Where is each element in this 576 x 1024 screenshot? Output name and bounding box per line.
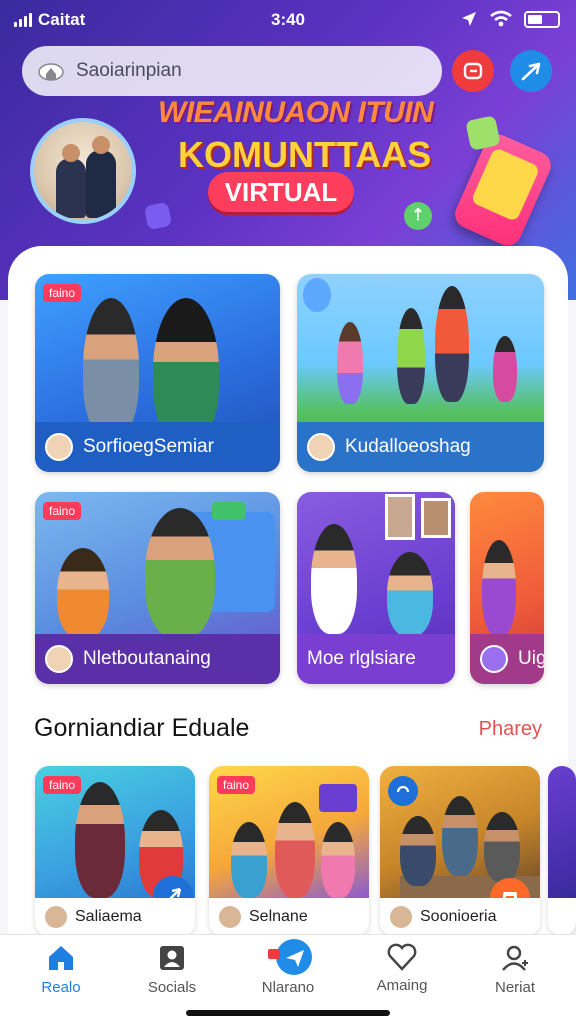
app-screen: Caitat 3:40 Saoiarinpian WIEAINUAON ITUI… — [0, 0, 576, 1024]
card-tag: faino — [217, 776, 256, 794]
tab-label: Neriat — [494, 979, 535, 996]
section-title: Gorniandiar Eduale — [34, 714, 250, 742]
bookmark-fab[interactable] — [388, 776, 418, 806]
event-card[interactable]: Soonioeria — [380, 766, 540, 936]
tab-home[interactable]: Realo — [11, 943, 111, 1003]
tab-profile[interactable]: Neriat — [465, 943, 565, 1003]
banner-title: WIEAINUAON ITUIN — [158, 96, 434, 129]
send-icon — [286, 950, 304, 967]
card-label: Selnane — [249, 908, 308, 925]
battery-icon — [524, 10, 560, 28]
home-indicator[interactable] — [186, 1010, 390, 1016]
card-footer: Selnane — [209, 898, 369, 936]
card-tag: faino — [43, 284, 82, 302]
heart-icon — [387, 943, 417, 971]
tab-label: Socials — [147, 979, 197, 996]
avatar — [45, 906, 67, 928]
search-bar[interactable]: Saoiarinpian — [22, 46, 442, 96]
status-icons — [460, 10, 560, 28]
card-footer: Kudalloeoshag — [297, 422, 544, 472]
send-tab-icon-wrap — [268, 939, 312, 975]
card-label: Moe rlglsiare — [307, 648, 416, 669]
card-footer: Saliaema — [35, 898, 195, 936]
tab-messages[interactable]: Nlarano — [238, 939, 338, 1003]
featured-card[interactable]: faino SorfioeɡSemiar — [35, 274, 280, 472]
wifi-icon — [490, 10, 512, 27]
location-icon — [462, 12, 476, 26]
event-card[interactable]: faino Selnane — [209, 766, 369, 936]
card-label: Soonioeria — [420, 908, 497, 925]
card-label: SorfioeɡSemiar — [83, 436, 214, 457]
card-label: Nletboutanaing — [83, 648, 211, 669]
tab-label: Nlarano — [261, 979, 315, 996]
avatar — [390, 906, 412, 928]
avatar — [480, 645, 508, 673]
chat-bubble-icon: ⇡ — [404, 202, 432, 230]
card-footer: Nletboutanaing — [35, 634, 280, 684]
card-label: Kudalloeoshag — [345, 436, 471, 457]
featured-card[interactable]: Moe rlglsiare — [297, 492, 455, 684]
tab-label: Amaing — [376, 977, 428, 994]
card-image — [548, 766, 576, 898]
card-footer: Soonioeria — [380, 898, 540, 936]
banner-heading: KOMUNTTAAS — [178, 134, 432, 175]
card-tag: faino — [43, 776, 82, 794]
tab-socials[interactable]: Socials — [122, 943, 222, 1003]
card-footer: Moe rlglsiare — [297, 634, 455, 684]
avatar — [45, 645, 73, 673]
card-footer: SorfioeɡSemiar — [35, 422, 280, 472]
card-label: Uig — [518, 648, 544, 669]
event-card[interactable]: faino Saliaema — [35, 766, 195, 936]
refresh-icon — [396, 785, 410, 793]
tab-label: Realo — [41, 979, 81, 996]
card-tag — [212, 502, 246, 520]
card-tag: faino — [43, 502, 82, 520]
banner-badge[interactable]: VIRTUAL — [208, 172, 354, 212]
sticker-decoration — [465, 115, 501, 151]
avatar — [45, 433, 73, 461]
send-icon — [521, 62, 541, 81]
featured-card[interactable]: faino Nletboutanaing — [35, 492, 280, 684]
section-see-all-link[interactable]: Pharey — [479, 718, 542, 741]
cloud-home-icon — [38, 63, 64, 81]
notification-button[interactable] — [452, 50, 494, 92]
card-label: Saliaema — [75, 908, 142, 925]
card-footer: Uig — [470, 634, 544, 684]
search-input[interactable]: Saoiarinpian — [76, 60, 182, 82]
event-card[interactable] — [548, 766, 576, 936]
status-bar: Caitat 3:40 — [0, 8, 576, 32]
home-icon — [49, 946, 73, 970]
profile-icon — [502, 945, 528, 971]
community-avatar[interactable] — [30, 118, 136, 224]
featured-card[interactable]: Kudalloeoshag — [297, 274, 544, 472]
contact-icon — [160, 946, 184, 970]
featured-card[interactable]: Uig — [470, 492, 544, 684]
share-button[interactable] — [510, 50, 552, 92]
tab-favorites[interactable]: Amaing — [352, 943, 452, 1003]
avatar — [219, 906, 241, 928]
avatar — [307, 433, 335, 461]
notification-icon — [463, 62, 483, 80]
